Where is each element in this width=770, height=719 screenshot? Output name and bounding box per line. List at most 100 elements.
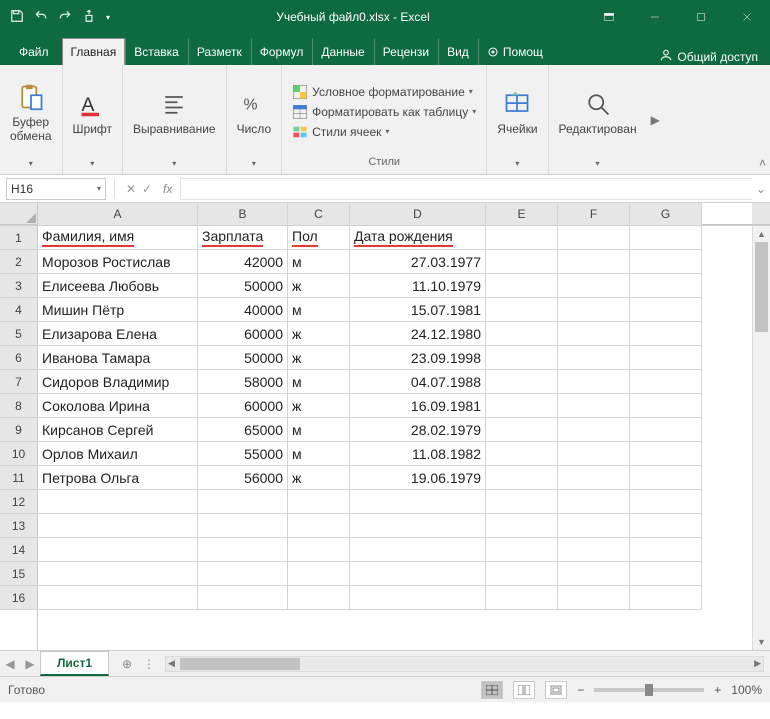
cell[interactable]: ж bbox=[288, 274, 350, 298]
cell[interactable] bbox=[288, 562, 350, 586]
format-as-table-button[interactable]: Форматировать как таблицу▾ bbox=[290, 103, 478, 121]
name-box-dropdown-icon[interactable]: ▾ bbox=[97, 184, 101, 193]
cell[interactable] bbox=[288, 490, 350, 514]
row-header-10[interactable]: 10 bbox=[0, 442, 37, 466]
cell[interactable] bbox=[198, 514, 288, 538]
cell[interactable] bbox=[486, 418, 558, 442]
cell[interactable]: Зарплата bbox=[198, 226, 288, 250]
cell[interactable]: Дата рождения bbox=[350, 226, 486, 250]
cell[interactable] bbox=[558, 274, 630, 298]
row-header-7[interactable]: 7 bbox=[0, 370, 37, 394]
cells-button[interactable]: Ячейки bbox=[495, 88, 539, 138]
normal-view-icon[interactable] bbox=[481, 681, 503, 699]
row-header-3[interactable]: 3 bbox=[0, 274, 37, 298]
cell[interactable]: 58000 bbox=[198, 370, 288, 394]
hscroll-split-icon[interactable]: ⋮ bbox=[139, 657, 159, 671]
cell[interactable]: м bbox=[288, 442, 350, 466]
conditional-formatting-button[interactable]: Условное форматирование▾ bbox=[290, 83, 475, 101]
cell[interactable] bbox=[486, 466, 558, 490]
cell-styles-button[interactable]: Стили ячеек▾ bbox=[290, 123, 391, 141]
cell[interactable] bbox=[350, 562, 486, 586]
cell[interactable]: 40000 bbox=[198, 298, 288, 322]
cell[interactable]: Петрова Ольга bbox=[38, 466, 198, 490]
cell[interactable]: 65000 bbox=[198, 418, 288, 442]
vertical-scrollbar[interactable]: ▲ ▼ bbox=[752, 226, 770, 650]
cell[interactable] bbox=[198, 490, 288, 514]
tab-data[interactable]: Данные bbox=[312, 38, 373, 65]
cell[interactable]: 24.12.1980 bbox=[350, 322, 486, 346]
page-layout-view-icon[interactable] bbox=[513, 681, 535, 699]
cell[interactable] bbox=[38, 538, 198, 562]
zoom-in-button[interactable]: + bbox=[714, 683, 721, 697]
maximize-button[interactable] bbox=[678, 0, 724, 34]
cell[interactable] bbox=[630, 226, 702, 250]
cancel-formula-icon[interactable]: ✕ bbox=[123, 182, 139, 196]
sheet-nav-next-icon[interactable]: ▶ bbox=[20, 657, 40, 671]
formula-input[interactable] bbox=[180, 178, 752, 200]
cell[interactable] bbox=[486, 322, 558, 346]
cells-area[interactable]: Фамилия, имяЗарплатаПолДата рожденияМоро… bbox=[38, 226, 752, 650]
row-header-8[interactable]: 8 bbox=[0, 394, 37, 418]
cell[interactable] bbox=[558, 490, 630, 514]
column-header-A[interactable]: A bbox=[38, 203, 198, 225]
cell[interactable] bbox=[558, 394, 630, 418]
cell[interactable]: Соколова Ирина bbox=[38, 394, 198, 418]
cell[interactable] bbox=[350, 538, 486, 562]
cell[interactable]: м bbox=[288, 298, 350, 322]
cell[interactable]: Мишин Пётр bbox=[38, 298, 198, 322]
cell[interactable] bbox=[630, 562, 702, 586]
cell[interactable] bbox=[486, 394, 558, 418]
cell[interactable] bbox=[38, 514, 198, 538]
cell[interactable]: 60000 bbox=[198, 394, 288, 418]
cell[interactable]: 27.03.1977 bbox=[350, 250, 486, 274]
number-button[interactable]: % Число bbox=[235, 88, 274, 138]
redo-icon[interactable] bbox=[58, 9, 72, 26]
cell[interactable] bbox=[630, 514, 702, 538]
cell[interactable]: м bbox=[288, 418, 350, 442]
cell[interactable] bbox=[630, 538, 702, 562]
zoom-out-button[interactable]: − bbox=[577, 683, 584, 697]
cell[interactable] bbox=[558, 370, 630, 394]
h-scroll-thumb[interactable] bbox=[180, 658, 300, 670]
cell[interactable] bbox=[558, 346, 630, 370]
row-header-12[interactable]: 12 bbox=[0, 490, 37, 514]
cell[interactable] bbox=[558, 298, 630, 322]
cell[interactable] bbox=[38, 490, 198, 514]
cell[interactable] bbox=[630, 298, 702, 322]
cell[interactable]: 19.06.1979 bbox=[350, 466, 486, 490]
cell[interactable]: 11.10.1979 bbox=[350, 274, 486, 298]
zoom-slider-knob[interactable] bbox=[645, 684, 653, 696]
cell[interactable] bbox=[630, 586, 702, 610]
cell[interactable]: Сидоров Владимир bbox=[38, 370, 198, 394]
cell[interactable] bbox=[486, 490, 558, 514]
cell[interactable]: м bbox=[288, 250, 350, 274]
cell[interactable] bbox=[486, 226, 558, 250]
cell[interactable]: Пол bbox=[288, 226, 350, 250]
cell[interactable] bbox=[558, 322, 630, 346]
cell[interactable] bbox=[486, 250, 558, 274]
name-box[interactable]: H16 ▾ bbox=[6, 178, 106, 200]
row-header-6[interactable]: 6 bbox=[0, 346, 37, 370]
cell[interactable]: 56000 bbox=[198, 466, 288, 490]
minimize-button[interactable] bbox=[632, 0, 678, 34]
cell[interactable] bbox=[38, 586, 198, 610]
cell[interactable]: Иванова Тамара bbox=[38, 346, 198, 370]
cell[interactable] bbox=[486, 442, 558, 466]
cell[interactable] bbox=[38, 562, 198, 586]
row-header-14[interactable]: 14 bbox=[0, 538, 37, 562]
close-button[interactable] bbox=[724, 0, 770, 34]
cell[interactable] bbox=[486, 274, 558, 298]
spreadsheet-grid[interactable]: 12345678910111213141516 Фамилия, имяЗарп… bbox=[0, 226, 770, 650]
cell[interactable]: 04.07.1988 bbox=[350, 370, 486, 394]
cell[interactable]: Орлов Михаил bbox=[38, 442, 198, 466]
share-icon[interactable] bbox=[659, 48, 673, 65]
tab-formulas[interactable]: Формул bbox=[251, 38, 313, 65]
cell[interactable] bbox=[630, 322, 702, 346]
cell[interactable] bbox=[558, 442, 630, 466]
cell[interactable] bbox=[558, 514, 630, 538]
cell[interactable]: 55000 bbox=[198, 442, 288, 466]
ribbon-scroll-right-icon[interactable]: ▶ bbox=[647, 113, 664, 127]
cell[interactable] bbox=[486, 298, 558, 322]
font-button[interactable]: A Шрифт bbox=[71, 88, 114, 138]
page-break-view-icon[interactable] bbox=[545, 681, 567, 699]
